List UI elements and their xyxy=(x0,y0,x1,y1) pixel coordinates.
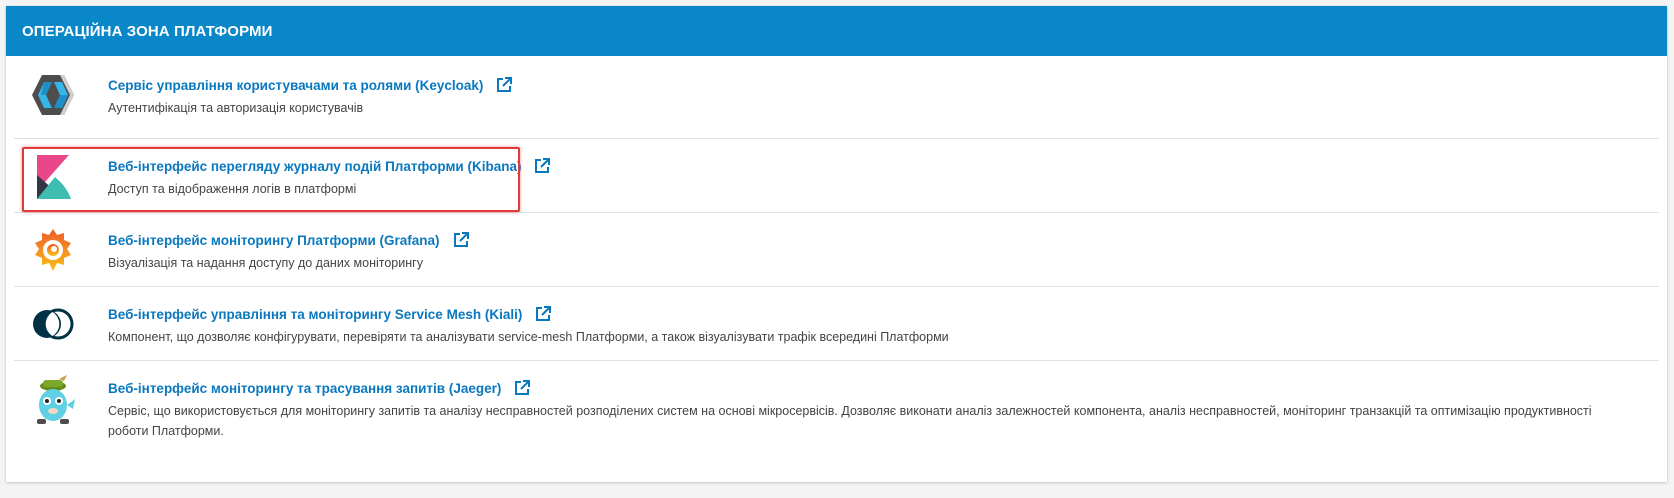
list-item-jaeger: Веб-інтерфейс моніторингу та трасування … xyxy=(14,360,1659,471)
list-item-keycloak: Сервіс управління користувачами та ролям… xyxy=(14,56,1659,138)
jaeger-link[interactable]: Веб-інтерфейс моніторингу та трасування … xyxy=(108,381,501,396)
external-link-icon[interactable] xyxy=(452,231,470,249)
list-item-kibana: Веб-інтерфейс перегляду журналу подій Пл… xyxy=(14,138,1659,213)
list-item-kiali: Веб-інтерфейс управління та моніторингу … xyxy=(14,286,1659,361)
panel-header: ОПЕРАЦІЙНА ЗОНА ПЛАТФОРМИ xyxy=(6,6,1667,56)
list-item-grafana: Веб-інтерфейс моніторингу Платформи (Gra… xyxy=(14,212,1659,287)
jaeger-logo-icon xyxy=(24,373,82,431)
keycloak-logo-icon xyxy=(24,66,82,124)
kibana-logo-icon xyxy=(24,147,82,205)
external-link-icon[interactable] xyxy=(534,305,552,323)
kibana-description: Доступ та відображення логів в платформі xyxy=(108,182,357,196)
kiali-link[interactable]: Веб-інтерфейс управління та моніторингу … xyxy=(108,307,522,322)
external-link-icon[interactable] xyxy=(513,379,531,397)
kibana-link[interactable]: Веб-інтерфейс перегляду журналу подій Пл… xyxy=(108,159,521,174)
keycloak-link[interactable]: Сервіс управління користувачами та ролям… xyxy=(108,78,483,93)
grafana-logo-icon xyxy=(24,221,82,279)
jaeger-description: Сервіс, що використовується для монітори… xyxy=(108,404,1592,438)
keycloak-description: Аутентифікація та авторизація користувач… xyxy=(108,101,364,115)
external-link-icon[interactable] xyxy=(495,76,513,94)
kiali-logo-icon xyxy=(24,295,82,353)
platform-operations-panel: ОПЕРАЦІЙНА ЗОНА ПЛАТФОРМИ Сервіс управлі… xyxy=(6,6,1667,482)
grafana-description: Візуалізація та надання доступу до даних… xyxy=(108,256,423,270)
external-link-icon[interactable] xyxy=(533,157,551,175)
grafana-link[interactable]: Веб-інтерфейс моніторингу Платформи (Gra… xyxy=(108,233,440,248)
kiali-description: Компонент, що дозволяє конфігурувати, пе… xyxy=(108,330,949,344)
panel-title: ОПЕРАЦІЙНА ЗОНА ПЛАТФОРМИ xyxy=(22,22,273,40)
